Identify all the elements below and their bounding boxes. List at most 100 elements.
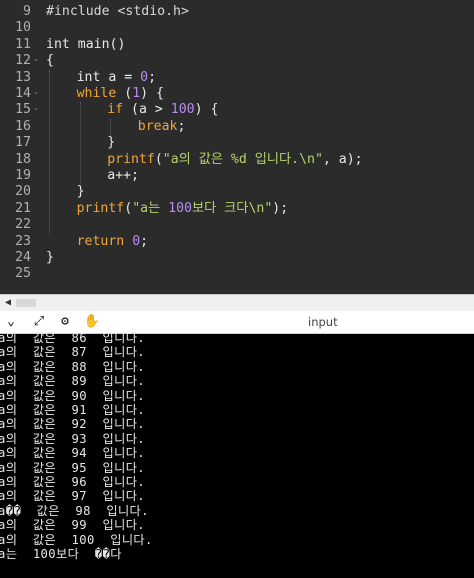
editor-horizontal-scrollbar[interactable]: ◀ [0,294,474,312]
line-number: 21 [15,200,31,216]
code-text: printf("a의 값은 %d 입니다.\n", a); [107,152,362,168]
code-token: int [46,36,70,52]
code-token: ; [148,69,157,85]
console-output-line: a의 값은 100 입니다. [0,532,153,547]
code-token: a++; [107,168,139,183]
code-token: } [107,135,116,151]
code-token: ; [177,118,186,134]
code-token: ); [272,200,289,216]
code-token: a [100,69,125,85]
console-output-line: a의 값은 92 입니다. [0,417,146,432]
line-number: 15 [15,102,31,118]
indent-guide [49,69,50,234]
code-token: "a의 값은 %d 입니다.\n" [162,151,323,167]
code-token: printf [107,151,155,167]
fold-toggle-icon[interactable]: - [33,53,41,69]
line-number: 19 [15,168,31,183]
console-output-line: a의 값은 89 입니다. [0,374,146,389]
line-number: 25 [15,266,31,282]
code-text: if (a > 100) { [107,102,218,118]
code-token: { [46,53,54,69]
console-output-line: a의 값은 90 입니다. [0,388,146,403]
indent-guide [110,118,112,136]
code-editor[interactable]: 9 #include <stdio.h> 10 11 int main() 12-{13 i… [0,0,474,294]
code-token: 보다 크다\n" [191,200,273,216]
code-line[interactable]: 15- if (a > 100) { [0,102,474,118]
line-number: 9 [23,4,31,19]
fold-toggle-icon[interactable]: - [33,102,41,118]
stdin-hand-icon[interactable]: ✋ [83,314,101,330]
code-line[interactable]: 21 printf("a는 100보다 크다\n"); [0,201,474,217]
code-line[interactable]: 14- while (1) { [0,86,474,102]
code-line[interactable]: 11 int main() [0,37,474,53]
code-line[interactable]: 25 [0,266,474,282]
code-line[interactable]: 19 a++; [0,168,474,184]
console-output-line: a의 값은 86 입니다. [0,331,146,345]
code-token: ( [154,151,163,167]
code-token: return [76,233,125,249]
code-token: main() [69,36,126,52]
code-token: 0 [140,69,149,85]
code-token: 0 [132,233,141,249]
line-number: 10 [15,20,31,36]
code-line[interactable]: 20} [0,184,474,200]
console-output-line: a의 값은 95 입니다. [0,460,146,475]
code-text: return 0; [77,234,149,250]
expand-arrows-icon[interactable]: ⤢ [30,314,48,330]
console-output-line: a의 값은 91 입니다. [0,403,146,417]
scroll-left-arrow-icon[interactable]: ◀ [2,297,14,309]
collapse-chevron-icon[interactable]: ⌄ [2,314,20,330]
console-output-line: a의 값은 93 입니다. [0,431,146,446]
code-token: break [137,118,178,134]
code-token: ( [116,86,133,101]
console-output-line: a의 값은 87 입니다. [0,345,146,360]
console-output-line: a의 값은 96 입니다. [0,475,146,489]
console-output-line: a의 값은 99 입니다. [0,518,146,533]
code-token: ( [124,200,133,216]
code-token: ) { [140,86,164,101]
code-token: , a); [322,151,363,167]
code-token: (a [123,102,155,118]
code-token: 100 [168,200,192,216]
code-line[interactable]: 12-{ [0,53,474,69]
code-line[interactable]: 17} [0,135,474,151]
code-line[interactable]: 16 break; [0,119,474,135]
code-line[interactable]: 23 return 0; [0,234,474,250]
console-output-line: a는 100보다 ��다 [0,547,122,561]
console-title: input [308,315,338,329]
code-line[interactable]: 18 printf("a의 값은 %d 입니다.\n", a); [0,152,474,168]
line-number: 13 [15,69,31,85]
code-line[interactable]: 10 [0,20,474,36]
code-token: if [107,102,124,118]
console-output-line: a�� 값은 98 입니다. [0,503,149,518]
scrollbar-thumb[interactable] [16,299,36,307]
line-number: 20 [15,184,31,200]
code-token: = [124,69,133,85]
code-text: int a = 0; [77,70,156,86]
code-token: #include <stdio.h> [46,4,189,19]
output-console[interactable]: a의 값은 86 입니다. a의 값은 87 입니다. a의 값은 88 입니다. a… [0,331,474,578]
code-line[interactable]: 24} [0,250,474,266]
line-number: 16 [15,118,31,134]
code-line[interactable]: 13 int a = 0; [0,70,474,86]
code-text: break; [138,119,186,135]
code-text: } [107,135,115,151]
code-token: ; [140,233,149,249]
line-number: 12 [15,53,31,69]
code-text: { [46,53,54,69]
code-token: } [76,184,85,200]
code-line[interactable]: 22 [0,217,474,233]
indent-guide [79,102,81,185]
code-line[interactable]: 9 #include <stdio.h> [0,4,474,20]
fold-toggle-icon[interactable]: - [33,86,41,102]
code-token: printf [76,200,125,216]
line-number: 22 [15,217,31,233]
code-text: a++; [107,168,139,184]
line-number: 23 [15,233,31,249]
code-token: int [76,69,101,85]
code-token: ) { [194,102,219,118]
line-number: 11 [15,36,31,52]
settings-gear-icon[interactable]: ⚙ [56,314,74,330]
